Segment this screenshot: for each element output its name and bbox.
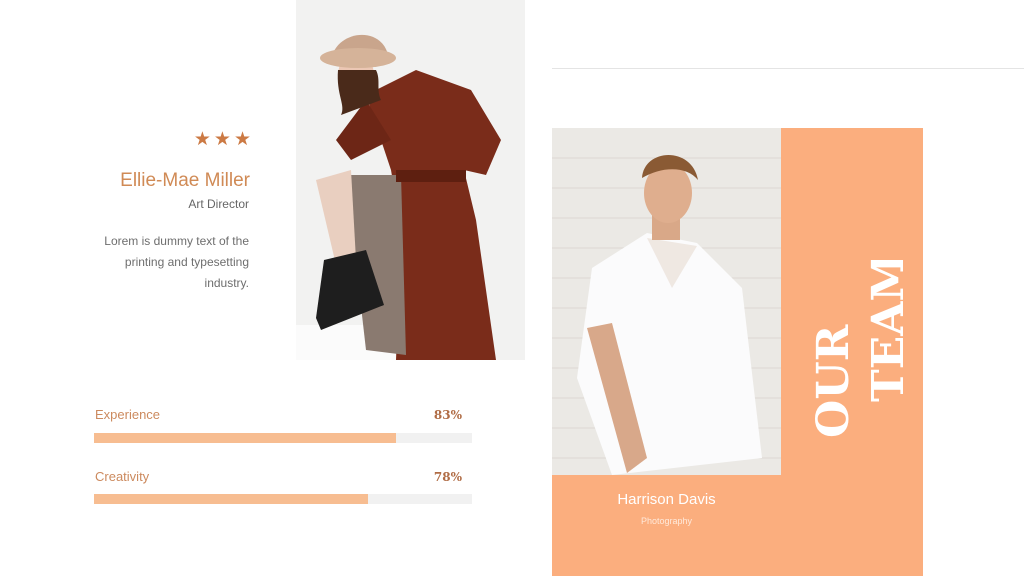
rating-stars: ★★★ [193, 129, 254, 150]
profile-name: Ellie-Mae Miller [120, 170, 250, 191]
skill-label-creativity: Creativity [95, 469, 150, 484]
description-line: Lorem is dummy text of the [104, 234, 249, 248]
profile-description: Lorem is dummy text of the printing and … [90, 231, 249, 294]
profile-role: Art Director [188, 197, 249, 211]
description-line: printing and typesetting [124, 255, 249, 269]
man-photo [552, 128, 781, 475]
top-divider [552, 68, 1024, 69]
member-role: Photography [640, 516, 693, 526]
progress-track-creativity [94, 494, 472, 504]
heading-team: TEAM [863, 260, 910, 402]
member-name: Harrison Davis [617, 491, 716, 508]
heading-our: OUR [808, 324, 859, 438]
our-team-heading: OUR TEAM [800, 253, 914, 440]
progress-track-experience [94, 433, 472, 443]
progress-fill-creativity [94, 494, 369, 504]
skill-value-experience: 83% [433, 408, 462, 422]
skill-label-experience: Experience [95, 407, 161, 422]
skill-value-creativity: 78% [433, 470, 462, 484]
woman-photo [296, 0, 525, 360]
description-line: industry. [204, 276, 249, 290]
progress-fill-experience [94, 433, 397, 443]
